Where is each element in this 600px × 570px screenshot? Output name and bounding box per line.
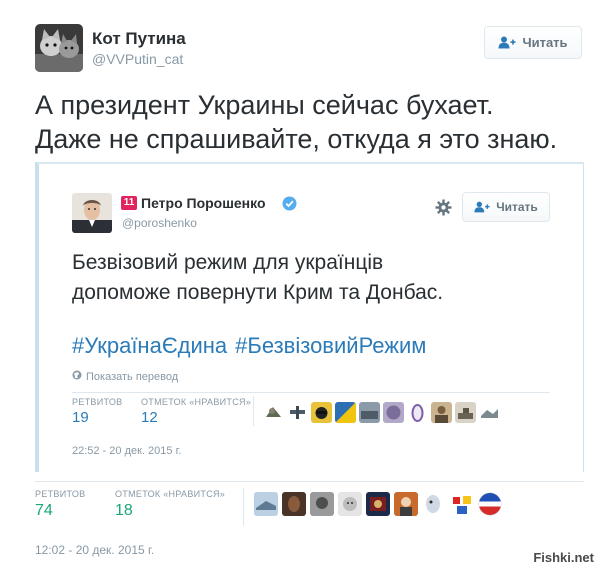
embedded-retweets-label: РЕТВИТОВ bbox=[72, 397, 123, 407]
outer-stats-vdivider bbox=[243, 488, 244, 526]
embedded-hashtags: #УкраїнаЄдина #БезвізовийРежим bbox=[72, 333, 434, 359]
liker-avatar[interactable] bbox=[282, 492, 306, 516]
globe-icon bbox=[72, 370, 82, 383]
outer-retweets-count[interactable]: 74 bbox=[35, 502, 53, 520]
liker-avatar[interactable] bbox=[394, 492, 418, 516]
embedded-likers-avatars bbox=[263, 402, 500, 423]
liker-avatar bbox=[407, 402, 428, 423]
hashtag-link: #УкраїнаЄдина bbox=[72, 333, 228, 358]
embed-top-border bbox=[37, 162, 584, 164]
embedded-author-name: Петро Порошенко bbox=[141, 195, 266, 211]
liker-avatar[interactable] bbox=[338, 492, 362, 516]
watermark: Fishki.net bbox=[533, 550, 594, 565]
liker-avatar bbox=[383, 402, 404, 423]
embedded-tweet-line: допоможе повернути Крим та Донбас. bbox=[72, 281, 444, 304]
person-plus-icon bbox=[474, 201, 490, 213]
liker-avatar[interactable] bbox=[366, 492, 390, 516]
liker-avatar bbox=[263, 402, 284, 423]
liker-avatar[interactable] bbox=[478, 492, 502, 516]
outer-likers-avatars bbox=[254, 492, 502, 516]
outer-tweet-line: Даже не спрашивайте, откуда я это знаю. bbox=[35, 124, 558, 154]
embedded-retweets-count: 19 bbox=[72, 409, 89, 426]
liker-avatar bbox=[455, 402, 476, 423]
person-plus-icon bbox=[498, 36, 516, 49]
translate-link: Показать перевод bbox=[72, 370, 178, 383]
outer-timestamp[interactable]: 12:02 - 20 дек. 2015 г. bbox=[35, 543, 154, 557]
outer-tweet-line: А президент Украины сейчас бухает. bbox=[35, 90, 494, 120]
embedded-tweet-line: Безвізовий режим для українців bbox=[72, 251, 384, 274]
outer-likes-label: ОТМЕТОК «НРАВИТСЯ» bbox=[115, 489, 226, 499]
outer-author-handle[interactable]: @VVPutin_cat bbox=[92, 51, 183, 67]
gear-icon bbox=[435, 199, 452, 221]
outer-author-name[interactable]: Кот Путина bbox=[92, 29, 186, 49]
notification-badge: 11 bbox=[121, 196, 137, 210]
liker-avatar bbox=[287, 402, 308, 423]
embedded-follow-button: Читать bbox=[462, 192, 550, 222]
liker-avatar[interactable] bbox=[422, 492, 446, 516]
embedded-stats-vdivider bbox=[253, 396, 254, 426]
outer-likes-count[interactable]: 18 bbox=[115, 502, 133, 520]
liker-avatar[interactable] bbox=[310, 492, 334, 516]
embedded-tweet-text: Безвізовий режим для українців допоможе … bbox=[72, 248, 443, 308]
embedded-author-avatar bbox=[72, 193, 112, 233]
outer-follow-button[interactable]: Читать bbox=[484, 26, 582, 59]
liker-avatar bbox=[479, 402, 500, 423]
liker-avatar bbox=[359, 402, 380, 423]
embedded-author-handle: @poroshenko bbox=[122, 216, 197, 230]
liker-avatar[interactable] bbox=[254, 492, 278, 516]
liker-avatar bbox=[311, 402, 332, 423]
embedded-follow-label: Читать bbox=[496, 200, 538, 214]
liker-avatar[interactable] bbox=[450, 492, 474, 516]
embedded-likes-count: 12 bbox=[141, 409, 158, 426]
outer-retweets-label: РЕТВИТОВ bbox=[35, 489, 86, 499]
embedded-timestamp: 22:52 - 20 дек. 2015 г. bbox=[72, 445, 182, 457]
liker-avatar bbox=[431, 402, 452, 423]
hashtag-link: #БезвізовийРежим bbox=[235, 333, 427, 358]
liker-avatar bbox=[335, 402, 356, 423]
verified-badge-icon bbox=[282, 196, 297, 216]
outer-stats-top-divider bbox=[35, 481, 584, 482]
outer-author-avatar[interactable] bbox=[35, 24, 83, 72]
embedded-stats-top-divider bbox=[72, 392, 550, 393]
outer-tweet-text: А президент Украины сейчас бухает. Даже … bbox=[35, 88, 557, 156]
outer-follow-label: Читать bbox=[522, 35, 568, 50]
embedded-likes-label: ОТМЕТОК «НРАВИТСЯ» bbox=[141, 397, 252, 407]
